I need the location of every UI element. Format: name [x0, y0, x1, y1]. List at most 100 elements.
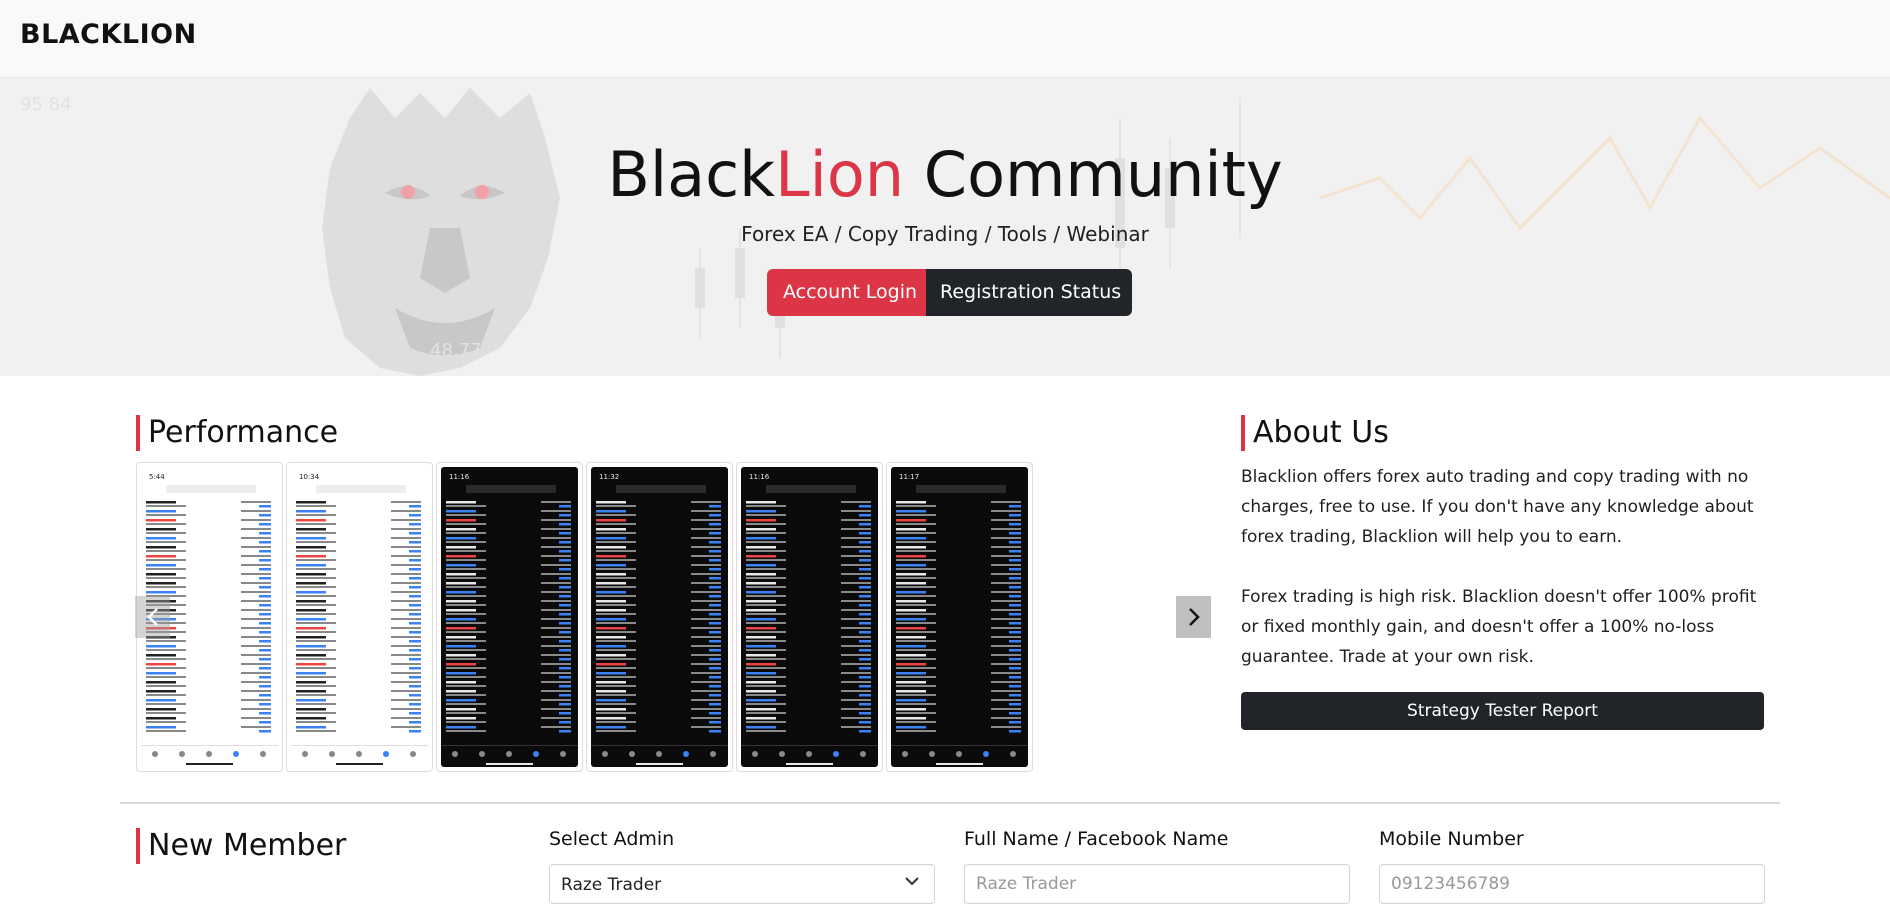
trade-row-profit [259, 604, 271, 607]
trade-row-symbol [896, 519, 926, 522]
trade-row-symbol [746, 627, 776, 630]
trade-row-date [391, 501, 421, 503]
trade-row-symbol [296, 672, 326, 675]
trade-row-profit [709, 667, 721, 670]
performance-screenshot[interactable]: 10:34 [286, 462, 433, 772]
trade-row-symbol [596, 726, 626, 729]
performance-screenshot[interactable]: 11:16 [736, 462, 883, 772]
trade-row-date [841, 501, 871, 503]
trade-row-price [896, 505, 936, 507]
brand-logo[interactable]: BLACKLION [20, 19, 197, 50]
trade-row-profit [1009, 622, 1021, 625]
trade-row-profit [1009, 613, 1021, 616]
trade-row-symbol [896, 564, 926, 567]
account-login-button[interactable]: Account Login [767, 269, 926, 316]
trade-row-date [841, 537, 871, 539]
phone-nav-icon [752, 751, 758, 757]
strategy-tester-report-button[interactable]: Strategy Tester Report [1241, 692, 1764, 730]
performance-screenshot[interactable]: 11:17 [886, 462, 1033, 772]
trade-row-profit [259, 649, 271, 652]
trade-row-price [596, 613, 636, 615]
trade-row-symbol [146, 537, 176, 540]
performance-screenshot[interactable]: 11:16 [436, 462, 583, 772]
trade-row-symbol [446, 501, 476, 504]
registration-status-button[interactable]: Registration Status [926, 269, 1132, 316]
trade-row-symbol [296, 609, 326, 612]
trade-row-date [841, 690, 871, 692]
trade-row-symbol [146, 591, 176, 594]
trade-row-date [991, 618, 1021, 620]
trade-row-profit [559, 721, 571, 724]
phone-bottom-nav [891, 745, 1028, 746]
trade-row-profit [409, 559, 421, 562]
full-name-input[interactable] [964, 864, 1350, 904]
trade-row-date [541, 618, 571, 620]
carousel-next-button[interactable] [1176, 596, 1211, 638]
trade-row-profit [259, 514, 271, 517]
trade-row-profit [859, 622, 871, 625]
trade-row-date [391, 672, 421, 674]
trade-row-symbol [446, 681, 476, 684]
trade-row-date [691, 600, 721, 602]
trade-row-price [146, 559, 186, 561]
trade-row-date [241, 582, 271, 584]
trade-row-symbol [746, 609, 776, 612]
trade-row-price [596, 730, 636, 732]
trade-row-date [841, 699, 871, 701]
trade-row-profit [409, 550, 421, 553]
trade-row-symbol [746, 681, 776, 684]
trade-row-symbol [296, 555, 326, 558]
trade-row-date [691, 510, 721, 512]
trade-row-symbol [446, 618, 476, 621]
trade-row-date [991, 582, 1021, 584]
trade-row-profit [709, 604, 721, 607]
trade-row-price [596, 694, 636, 696]
phone-nav-icon [779, 751, 785, 757]
trade-row-price [146, 730, 186, 732]
trade-row-price [596, 532, 636, 534]
trade-row-price [296, 604, 336, 606]
trade-row-symbol [896, 627, 926, 630]
trade-row-profit [859, 577, 871, 580]
trade-list-graphic: 11:16 [441, 473, 578, 765]
select-admin-dropdown[interactable]: Raze Trader [549, 864, 935, 904]
trade-row-price [746, 667, 786, 669]
trade-row-price [296, 622, 336, 624]
trade-row-symbol [596, 600, 626, 603]
trade-row-symbol [746, 645, 776, 648]
trade-row-date [241, 573, 271, 575]
performance-screenshot[interactable]: 11:32 [586, 462, 733, 772]
carousel-prev-button[interactable] [135, 596, 170, 638]
trade-row-date [391, 627, 421, 629]
trade-row-symbol [596, 582, 626, 585]
trade-row-price [146, 685, 186, 687]
trade-row-date [391, 681, 421, 683]
trade-row-date [391, 699, 421, 701]
trade-row-price [446, 730, 486, 732]
trade-row-profit [859, 703, 871, 706]
trade-row-price [746, 532, 786, 534]
trade-row-profit [409, 613, 421, 616]
trade-row-date [241, 645, 271, 647]
trade-row-symbol [446, 708, 476, 711]
trade-row-date [691, 654, 721, 656]
trade-row-price [296, 694, 336, 696]
trade-row-symbol [596, 609, 626, 612]
trade-row-profit [259, 505, 271, 508]
trade-row-profit [1009, 550, 1021, 553]
trade-row-date [541, 636, 571, 638]
hero-subtitle: Forex EA / Copy Trading / Tools / Webina… [741, 222, 1149, 246]
trade-row-symbol [296, 726, 326, 729]
hero-title: BlackLion Community [0, 138, 1890, 211]
trade-row-price [896, 694, 936, 696]
mobile-number-input[interactable] [1379, 864, 1765, 904]
trade-row-price [896, 640, 936, 642]
trade-row-symbol [896, 582, 926, 585]
trade-row-symbol [296, 564, 326, 567]
trade-row-date [541, 627, 571, 629]
trade-row-profit [259, 622, 271, 625]
select-admin-label: Select Admin [549, 828, 675, 850]
trade-row-profit [259, 730, 271, 733]
trade-row-symbol [746, 708, 776, 711]
trade-row-date [841, 663, 871, 665]
